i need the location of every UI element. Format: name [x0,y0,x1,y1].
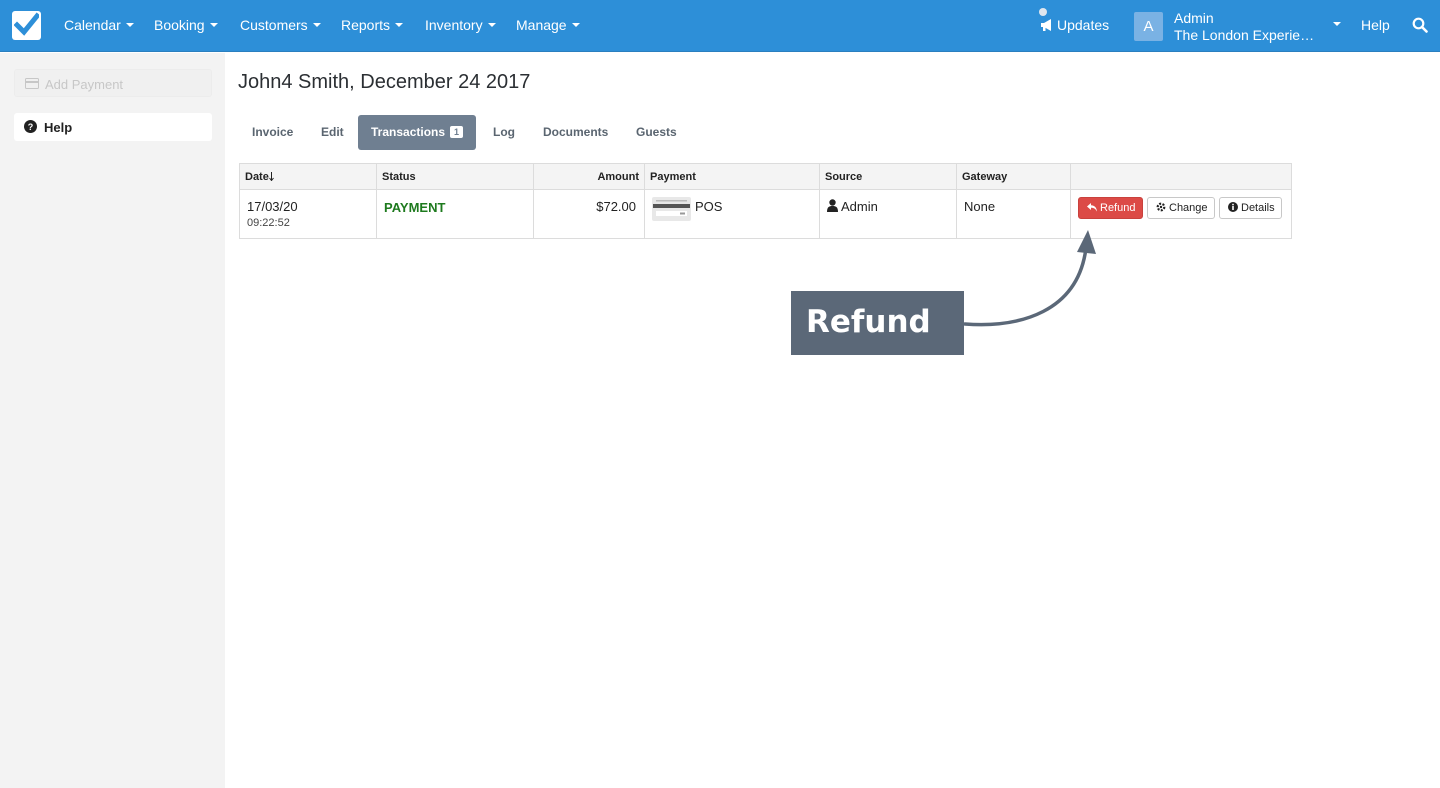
transaction-amount: $72.00 [596,199,636,214]
user-name[interactable]: Admin [1174,10,1214,26]
transaction-time: 09:22:52 [247,217,290,229]
table-row: 17/03/20 09:22:52 PAYMENT $72.00 POS Adm… [240,190,1291,238]
add-payment-label: Add Payment [45,77,124,92]
add-payment-button[interactable]: Add Payment [14,69,212,97]
nav-inventory[interactable]: Inventory [425,17,496,33]
checkmark-icon [14,12,39,36]
info-circle-icon [1228,202,1238,213]
user-icon [827,199,838,215]
nav-help[interactable]: Help [1361,17,1390,33]
details-label: Details [1241,202,1275,214]
svg-text:?: ? [28,122,34,132]
avatar[interactable]: A [1134,12,1163,41]
tab-documents[interactable]: Documents [530,115,621,150]
cell-payment: POS [645,190,820,238]
transactions-table: Date Status Amount Payment Source Gatewa… [239,163,1292,239]
caret-down-icon [571,23,580,28]
change-button[interactable]: Change [1147,197,1215,219]
caret-down-icon [395,23,404,28]
user-organization[interactable]: The London Experience... [1174,27,1319,43]
nav-customers[interactable]: Customers [240,17,321,33]
nav-reports[interactable]: Reports [341,17,404,33]
header-status-label: Status [382,171,416,183]
caret-down-icon [209,23,218,28]
status-badge: PAYMENT [384,200,446,215]
tab-edit[interactable]: Edit [308,115,357,150]
caret-down-icon [125,23,134,28]
app-logo[interactable] [12,11,41,40]
question-circle-icon: ? [24,120,37,136]
transactions-count-badge: 1 [450,125,464,138]
tab-documents-label: Documents [543,125,609,139]
tab-guests-label: Guests [636,125,677,139]
nav-manage-label: Manage [516,17,567,33]
megaphone-icon [1041,18,1051,31]
notification-dot [1039,8,1047,16]
header-date[interactable]: Date [240,164,377,189]
refund-label: Refund [1100,202,1136,214]
callout-arrow-icon [963,230,1096,327]
nav-manage[interactable]: Manage [516,17,580,33]
header-payment-label: Payment [650,171,696,183]
transaction-gateway: None [964,199,996,214]
gear-icon [1156,202,1166,212]
callout-label: Refund [806,304,931,340]
page-title: John4 Smith, December 24 2017 [238,71,531,93]
header-source-label: Source [825,171,863,183]
nav-reports-label: Reports [341,17,391,33]
user-menu-caret-icon[interactable] [1333,22,1341,26]
transaction-source: Admin [841,199,878,214]
nav-customers-label: Customers [240,17,308,33]
credit-card-icon [25,77,39,92]
table-header: Date Status Amount Payment Source Gatewa… [240,164,1291,190]
sidebar: Add Payment ? Help [0,53,225,788]
header-gateway-label: Gateway [962,171,1008,183]
search-icon[interactable] [1412,17,1428,38]
nav-booking[interactable]: Booking [154,17,218,33]
help-button[interactable]: ? Help [14,113,212,141]
change-label: Change [1169,202,1208,214]
cell-date: 17/03/20 09:22:52 [240,190,377,238]
tab-transactions[interactable]: Transactions 1 [358,115,477,150]
tab-transactions-label: Transactions [371,125,446,139]
pos-card-icon [652,197,691,224]
header-payment: Payment [645,164,820,189]
tab-invoice[interactable]: Invoice [239,115,306,150]
refund-callout: Refund [791,291,964,355]
updates-link[interactable]: Updates [1039,8,1110,33]
nav-calendar[interactable]: Calendar [64,17,134,33]
caret-down-icon [312,23,321,28]
header-source: Source [820,164,957,189]
top-navbar: Calendar Booking Customers Reports Inven… [0,0,1440,52]
refund-button[interactable]: Refund [1078,197,1143,219]
header-amount-label: Amount [597,171,639,183]
nav-calendar-label: Calendar [64,17,121,33]
sort-down-icon [269,172,274,181]
help-label: Help [44,120,73,135]
tab-edit-label: Edit [321,125,344,139]
header-gateway: Gateway [957,164,1071,189]
transaction-date: 17/03/20 [247,199,298,214]
reply-icon [1087,202,1097,212]
cell-source: Admin [820,190,957,238]
cell-status: PAYMENT [377,190,534,238]
payment-method: POS [695,199,723,214]
tab-log-label: Log [493,125,515,139]
header-status: Status [377,164,534,189]
caret-down-icon [487,23,496,28]
header-date-label: Date [245,171,269,183]
header-amount: Amount [534,164,645,189]
tab-log[interactable]: Log [480,115,528,150]
tab-invoice-label: Invoice [252,125,294,139]
tab-guests[interactable]: Guests [623,115,690,150]
nav-booking-label: Booking [154,17,205,33]
updates-label: Updates [1057,17,1110,33]
cell-amount: $72.00 [534,190,645,238]
details-button[interactable]: Details [1219,197,1282,219]
nav-inventory-label: Inventory [425,17,483,33]
